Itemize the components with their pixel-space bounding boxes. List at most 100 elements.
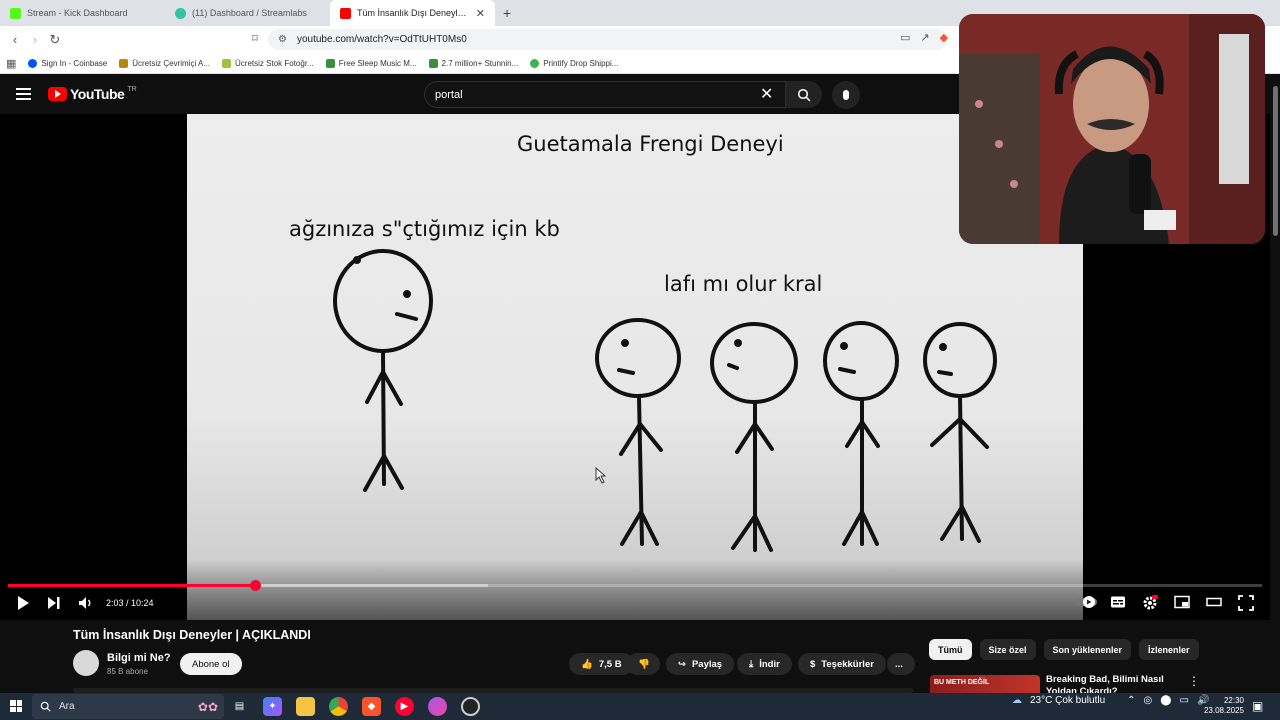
play-button-icon[interactable] — [16, 595, 30, 611]
tray-chevron-icon[interactable]: ⌃ — [1127, 695, 1135, 706]
channel-name[interactable]: Bilgi mi Ne? — [107, 652, 171, 664]
taskbar-clock[interactable]: 22:30 23.08.2025 — [1200, 696, 1244, 716]
thanks-label: Teşekkürler — [821, 658, 874, 670]
brave-shield-icon[interactable]: ◆ — [940, 31, 948, 44]
task-view-icon[interactable]: ▤ — [230, 697, 249, 716]
played-bar — [8, 584, 256, 587]
obs-icon[interactable] — [461, 697, 480, 716]
mouse-cursor-icon — [595, 466, 607, 484]
bookmark-free-online[interactable]: Ücretsiz Çevrimiçi A... — [119, 58, 211, 68]
tab-kick-dashboard[interactable]: Stream - Kick Dashboard — [0, 0, 165, 26]
tray-mic-icon[interactable]: ⬤ — [1160, 695, 1171, 706]
scrollbar-thumb[interactable] — [1273, 86, 1278, 236]
back-icon[interactable]: ‹ — [5, 32, 25, 47]
bookmark-icon[interactable]: ⌑ — [245, 32, 265, 45]
subscribe-button[interactable]: Abone ol — [180, 653, 242, 675]
stick-figure-2 — [710, 322, 798, 552]
subtitles-icon[interactable] — [1110, 595, 1126, 609]
theater-mode-icon[interactable] — [1206, 595, 1222, 609]
share-icon[interactable]: ↗ — [920, 31, 929, 44]
miniplayer-icon[interactable] — [1174, 595, 1190, 609]
address-bar[interactable]: ⚙ youtube.com/watch?v=OdTtUHT0Ms0 — [268, 29, 948, 50]
new-tab-button[interactable]: + — [495, 0, 519, 26]
messenger-icon[interactable] — [428, 697, 447, 716]
search-input[interactable]: portal — [424, 81, 786, 108]
thumbs-down-icon: 👎 — [638, 658, 650, 670]
clear-search-icon[interactable]: ✕ — [760, 84, 773, 104]
copilot-icon[interactable]: ✦ — [263, 697, 282, 716]
share-label: Paylaş — [691, 658, 723, 670]
bookmark-favicon — [325, 58, 335, 68]
flamingo-search-art-icon: ✿✿ — [197, 699, 218, 714]
download-button[interactable]: ⤓ İndir — [737, 653, 792, 675]
fullscreen-icon[interactable] — [1238, 595, 1254, 611]
youtube-music-icon[interactable]: ▶ — [395, 697, 414, 716]
bookmark-coinbase[interactable]: Sign In - Coinbase — [28, 58, 107, 68]
share-arrow-icon: ↪ — [678, 658, 686, 670]
page-scrollbar[interactable] — [1270, 76, 1280, 693]
volume-icon[interactable] — [78, 595, 94, 611]
more-label: ... — [895, 658, 903, 670]
bookmark-printify[interactable]: Printify Drop Shippi... — [530, 58, 618, 68]
reload-icon[interactable]: ↻ — [45, 32, 65, 48]
search-button[interactable] — [786, 81, 822, 108]
apps-grid-icon[interactable]: ▦ — [6, 57, 16, 70]
chrome-icon[interactable] — [329, 697, 348, 716]
autoplay-toggle-icon[interactable] — [1074, 595, 1098, 609]
chip-recent[interactable]: Son yüklenenler — [1043, 639, 1132, 660]
tab-youtube-video[interactable]: Tüm İnsanlık Dışı Deneyler | AÇIK ✕ — [330, 0, 495, 26]
site-info-icon[interactable]: ⚙ — [278, 34, 287, 45]
share-button[interactable]: ↪ Paylaş — [666, 653, 735, 675]
dislike-button[interactable]: 👎 — [626, 653, 660, 675]
printify-icon — [530, 58, 540, 68]
taskbar-search-placeholder: Ara — [59, 701, 75, 712]
stick-figure-1 — [595, 318, 681, 546]
more-options-icon[interactable]: ⋮ — [1188, 674, 1200, 688]
notification-icon[interactable]: ▣ — [1252, 699, 1263, 713]
thanks-button[interactable]: $ Teşekkürler — [798, 653, 886, 675]
channel-avatar[interactable] — [73, 650, 99, 676]
bookmark-stock-photo[interactable]: Ücretsiz Stok Fotoğr... — [222, 58, 314, 68]
subscriber-count: 85 B abone — [107, 667, 148, 676]
brave-icon[interactable]: ◆ — [362, 697, 381, 716]
progress-bar[interactable] — [8, 580, 1262, 591]
menu-icon[interactable] — [16, 88, 31, 100]
thumbnail-text: BU METH DEĞİL — [934, 679, 990, 686]
next-video-icon[interactable] — [47, 595, 61, 611]
recommended-video-thumbnail[interactable]: BU METH DEĞİL — [930, 675, 1040, 693]
clock-date: 23.08.2025 — [1203, 706, 1244, 715]
forward-icon[interactable]: › — [25, 32, 45, 47]
bookmark-stunning[interactable]: 2.7 million+ Stunnin... — [428, 58, 518, 68]
search-query: portal — [435, 88, 463, 101]
voice-search-button[interactable] — [832, 81, 860, 109]
system-tray: ☁ 23°C Çok bulutlu ⌃ ◎ ⬤ ▭ 🔊 — [1012, 695, 1209, 706]
tab-title: Tüm İnsanlık Dışı Deneyler | AÇIK — [357, 8, 470, 18]
youtube-logo[interactable]: YouTube TR — [48, 86, 137, 102]
thumbs-up-icon: 👍 — [581, 658, 593, 670]
time-display: 2:03 / 10:24 — [106, 598, 154, 608]
video-frame[interactable]: Guetamala Frengi Deneyi ağzınıza s"çtığı… — [187, 114, 1083, 620]
bookmark-label: Free Sleep Music M... — [338, 58, 417, 68]
tray-network-icon[interactable]: ▭ — [1179, 695, 1188, 706]
like-button[interactable]: 👍 7,5 B — [569, 653, 634, 675]
download-label: İndir — [759, 658, 780, 670]
weather-text[interactable]: 23°C Çok bulutlu — [1030, 695, 1105, 706]
windows-start-icon[interactable] — [10, 700, 22, 712]
scrubber-handle[interactable] — [249, 580, 261, 591]
chip-all[interactable]: Tümü — [929, 639, 972, 660]
tray-app-icon[interactable]: ◎ — [1144, 695, 1153, 706]
settings-gear-icon[interactable] — [1142, 595, 1158, 611]
more-actions-button[interactable]: ... — [887, 653, 915, 675]
chip-for-you[interactable]: Size özel — [979, 639, 1036, 660]
chip-watched[interactable]: İzlenenler — [1139, 639, 1199, 660]
file-explorer-icon[interactable] — [296, 697, 315, 716]
bookmark-sleep-music[interactable]: Free Sleep Music M... — [325, 58, 417, 68]
webcam-feed — [959, 14, 1265, 244]
cast-icon[interactable]: ▭ — [900, 31, 910, 44]
tab-streamlabs[interactable]: (11) Dashboard / Streamlabs — [165, 0, 330, 26]
windows-taskbar: Ara ✿✿ ▤ ✦ ◆ ▶ ☁ 23°C Çok bulutlu ⌃ ◎ ⬤ … — [0, 693, 1280, 720]
taskbar-search[interactable]: Ara ✿✿ — [32, 694, 224, 719]
player-controls: 2:03 / 10:24 — [0, 592, 1280, 620]
bookmark-label: Ücretsiz Çevrimiçi A... — [132, 58, 211, 68]
close-tab-icon[interactable]: ✕ — [476, 7, 485, 20]
